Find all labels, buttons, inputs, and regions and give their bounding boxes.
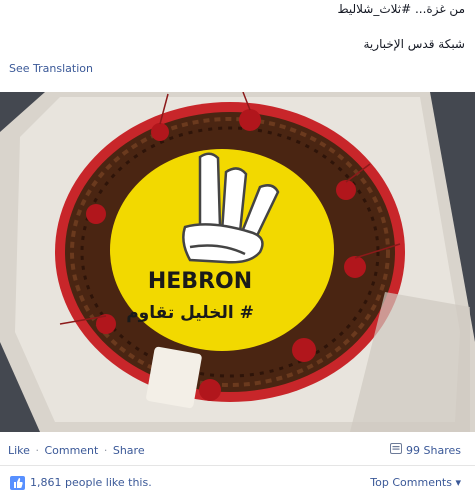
share-icon [390, 443, 403, 457]
divider [0, 465, 475, 466]
post-action-bar: Like · Comment · Share 99 Shares [0, 440, 475, 462]
shares-count-link[interactable]: 99 Shares [390, 443, 461, 457]
top-comments-dropdown[interactable]: Top Comments ▾ [370, 476, 461, 489]
post-actions: Like · Comment · Share [8, 444, 145, 457]
separator: · [35, 444, 39, 457]
see-translation-link[interactable]: See Translation [9, 62, 93, 75]
cake-photo-image: HEBRON # الخليل تقاوم [0, 92, 475, 432]
comment-link[interactable]: Comment [44, 444, 98, 457]
share-link[interactable]: Share [113, 444, 145, 457]
cake-text-arabic: # الخليل تقاوم [126, 303, 254, 323]
thumbs-up-icon [10, 475, 25, 494]
shares-count: 99 Shares [406, 443, 461, 457]
post-photo[interactable]: HEBRON # الخليل تقاوم [0, 92, 475, 432]
shared-from-text: شبكة قدس الإخبارية [363, 37, 466, 51]
cake-tag [146, 346, 202, 409]
like-link[interactable]: Like [8, 444, 30, 457]
post-text: من غزة... #ثلاث_شلاليط [337, 2, 465, 16]
cake-text-hebron: HEBRON [148, 269, 252, 294]
separator: · [103, 444, 108, 457]
likes-row: 1,861 people like this. Top Comments ▾ [0, 472, 475, 494]
likes-count-link[interactable]: 1,861 people like this. [30, 476, 152, 489]
